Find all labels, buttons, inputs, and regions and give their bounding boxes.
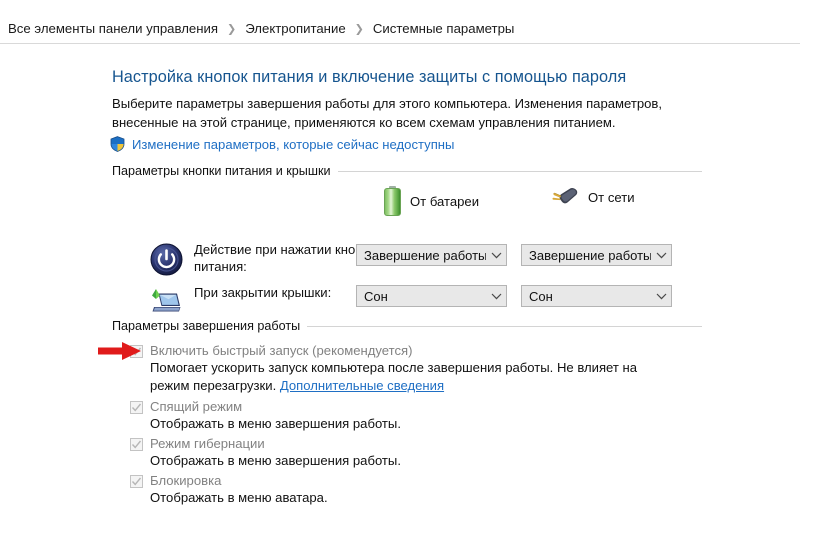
breadcrumb-separator-icon: ❯ — [227, 23, 237, 36]
checkbox-hibernate[interactable] — [130, 438, 143, 451]
combo-value-power-button-battery: Завершение работы — [364, 247, 486, 263]
group-title-power-buttons: Параметры кнопки питания и крышки — [112, 164, 331, 178]
checkbox-lock[interactable] — [130, 475, 143, 488]
breadcrumb: Все элементы панели управления ❯ Электро… — [8, 21, 514, 36]
battery-icon — [384, 186, 401, 216]
setting-row-power-button: Действие при нажатии кнопки питания: Зав… — [150, 241, 690, 281]
checkbox-label-hibernate: Режим гибернации — [150, 436, 265, 451]
checkbox-description-sleep: Отображать в меню завершения работы. — [150, 416, 401, 431]
combo-value-lid-close-mains: Сон — [529, 288, 553, 304]
combo-value-power-button-mains: Завершение работы — [529, 247, 651, 263]
column-header-mains: От сети — [549, 186, 635, 208]
group-divider — [307, 325, 702, 327]
checkbox-description-lock: Отображать в меню аватара. — [150, 490, 328, 505]
chevron-down-icon — [651, 293, 671, 300]
checkbox-item-fast-startup: Включить быстрый запуск (рекомендуется) … — [130, 343, 690, 395]
breadcrumb-bar: Все элементы панели управления ❯ Электро… — [0, 0, 819, 44]
page-description: Выберите параметры завершения работы для… — [112, 96, 663, 130]
breadcrumb-item-all-control-panel-items[interactable]: Все элементы панели управления — [8, 21, 218, 36]
chevron-down-icon — [486, 293, 506, 300]
checkbox-sleep[interactable] — [130, 401, 143, 414]
checkbox-item-lock: Блокировка Отображать в меню аватара. — [130, 473, 690, 507]
group-title-shutdown-settings: Параметры завершения работы — [112, 319, 301, 333]
checkbox-item-hibernate: Режим гибернации Отображать в меню завер… — [130, 436, 690, 470]
group-divider — [337, 170, 702, 172]
checkbox-item-sleep: Спящий режим Отображать в меню завершени… — [130, 399, 690, 433]
page-title: Настройка кнопок питания и включение защ… — [112, 68, 627, 86]
column-label-mains: От сети — [588, 189, 635, 205]
laptop-lid-icon — [152, 289, 181, 312]
checkbox-description-hibernate: Отображать в меню завершения работы. — [150, 453, 401, 468]
uac-link-row[interactable]: Изменение параметров, которые сейчас нед… — [110, 135, 454, 153]
group-header-power-buttons: Параметры кнопки питания и крышки — [112, 164, 702, 178]
change-unavailable-settings-link[interactable]: Изменение параметров, которые сейчас нед… — [132, 137, 454, 152]
shield-icon — [110, 136, 125, 152]
column-label-battery: От батареи — [410, 193, 480, 209]
combo-lid-close-mains[interactable]: Сон — [521, 285, 672, 307]
power-button-icon — [150, 243, 183, 276]
chevron-down-icon — [651, 252, 671, 259]
combo-lid-close-battery[interactable]: Сон — [356, 285, 507, 307]
combo-power-button-mains[interactable]: Завершение работы — [521, 244, 672, 266]
breadcrumb-item-power-options[interactable]: Электропитание — [245, 21, 345, 36]
setting-row-lid-close: При закрытии крышки: Сон Сон — [150, 284, 690, 324]
chevron-down-icon — [486, 252, 506, 259]
checkbox-label-lock: Блокировка — [150, 473, 222, 488]
more-info-link[interactable]: Дополнительные сведения — [280, 378, 444, 393]
checkbox-label-sleep: Спящий режим — [150, 399, 243, 414]
breadcrumb-item-system-settings[interactable]: Системные параметры — [373, 21, 515, 36]
checkbox-label-fast-startup: Включить быстрый запуск (рекомендуется) — [150, 343, 413, 358]
checkbox-fast-startup[interactable] — [130, 345, 143, 358]
group-header-shutdown-settings: Параметры завершения работы — [112, 319, 702, 333]
column-header-battery: От батареи — [384, 186, 479, 216]
breadcrumb-separator-icon: ❯ — [354, 23, 364, 36]
combo-power-button-battery[interactable]: Завершение работы — [356, 244, 507, 266]
checkbox-description-fast-startup: Помогает ускорить запуск компьютера посл… — [150, 359, 650, 395]
combo-value-lid-close-battery: Сон — [364, 288, 388, 304]
power-plug-icon — [552, 187, 578, 204]
content-area: Настройка кнопок питания и включение защ… — [0, 44, 819, 542]
